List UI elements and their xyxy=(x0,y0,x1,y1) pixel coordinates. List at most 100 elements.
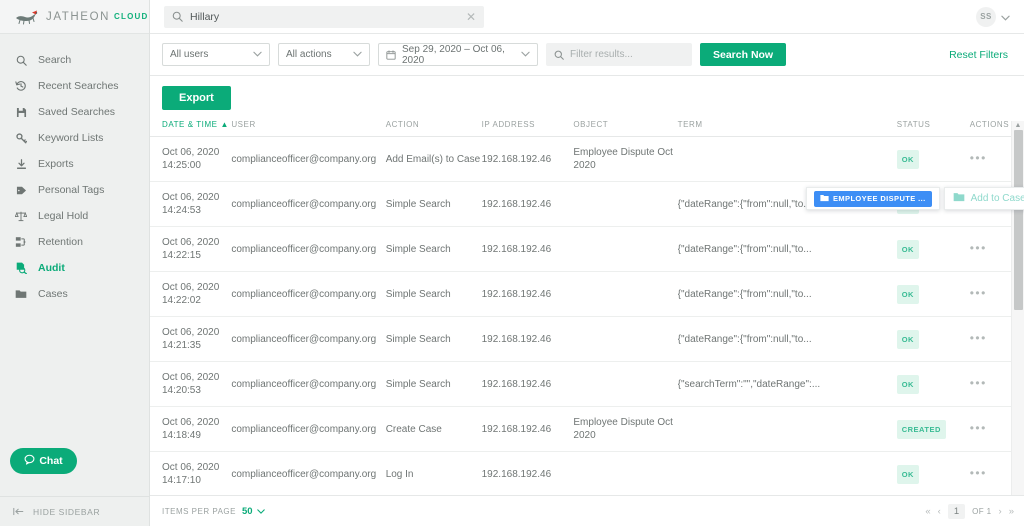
table-row[interactable]: Oct 06, 2020 14:21:35 complianceofficer@… xyxy=(150,316,1024,362)
cell-action: Simple Search xyxy=(385,226,482,272)
table-row[interactable]: Oct 06, 2020 14:22:02 complianceofficer@… xyxy=(150,271,1024,317)
cell-user: complianceofficer@company.org xyxy=(231,136,386,182)
cell-object: Employee Dispute Oct 2020 xyxy=(573,406,678,452)
users-filter-select[interactable]: All users xyxy=(162,43,270,66)
column-header-status[interactable]: STATUS xyxy=(896,120,970,137)
top-bar: Hillary ✕ SS xyxy=(150,0,1024,34)
sidebar-item-retention[interactable]: Retention xyxy=(0,229,149,255)
sidebar-item-cases[interactable]: Cases xyxy=(0,281,149,307)
search-now-button[interactable]: Search Now xyxy=(700,43,787,66)
chevron-down-icon[interactable] xyxy=(256,507,265,516)
user-menu[interactable]: SS xyxy=(976,6,1010,27)
ellipsis-icon[interactable]: ••• xyxy=(970,466,987,480)
sidebar-item-audit[interactable]: Audit xyxy=(0,255,149,281)
table-row[interactable]: Oct 06, 2020 14:18:49 complianceofficer@… xyxy=(150,406,1024,452)
brand-suffix: CLOUD xyxy=(114,12,149,21)
sidebar-item-label: Keyword Lists xyxy=(38,132,104,144)
table-footer: ITEMS PER PAGE 50 « ‹ 1 OF 1 › » xyxy=(150,495,1024,526)
ellipsis-icon[interactable]: ••• xyxy=(970,331,987,345)
users-filter-value: All users xyxy=(170,49,209,60)
filter-results-placeholder: Filter results... xyxy=(570,49,633,60)
table-vertical-scrollbar[interactable]: ▲ ▼ xyxy=(1011,121,1024,504)
items-per-page-value[interactable]: 50 xyxy=(242,506,253,517)
sidebar-item-exports[interactable]: Exports xyxy=(0,151,149,177)
global-search-input[interactable]: Hillary ✕ xyxy=(164,5,484,28)
close-icon[interactable]: ✕ xyxy=(466,11,476,23)
audit-log-page: JATHEON CLOUD Search Recent Searches Sav… xyxy=(0,0,1024,526)
table-row[interactable]: Oct 06, 2020 14:20:53 complianceofficer@… xyxy=(150,361,1024,407)
sidebar-item-legal-hold[interactable]: Legal Hold xyxy=(0,203,149,229)
avatar: SS xyxy=(976,6,996,27)
export-button[interactable]: Export xyxy=(162,86,231,110)
prev-page-button[interactable]: ‹ xyxy=(938,506,941,517)
sidebar-item-keyword-lists[interactable]: Keyword Lists xyxy=(0,125,149,151)
cell-user: complianceofficer@company.org xyxy=(231,226,386,272)
ellipsis-icon[interactable]: ••• xyxy=(970,151,987,165)
cell-action: Simple Search xyxy=(385,316,482,362)
brand-logo[interactable]: JATHEON CLOUD xyxy=(0,0,149,34)
chevron-down-icon xyxy=(521,49,530,60)
column-header-object[interactable]: OBJECT xyxy=(573,120,678,137)
column-header-ip-address[interactable]: IP ADDRESS xyxy=(481,120,574,137)
download-icon xyxy=(13,157,29,171)
chevron-down-icon xyxy=(253,49,262,60)
cell-object xyxy=(573,271,678,317)
sidebar-item-label: Recent Searches xyxy=(38,80,119,92)
scroll-up-arrow-icon[interactable]: ▲ xyxy=(1012,121,1024,130)
sidebar-item-label: Exports xyxy=(38,158,74,170)
cell-action: Simple Search xyxy=(385,361,482,407)
cell-status: OK xyxy=(896,271,970,317)
sidebar-item-label: Saved Searches xyxy=(38,106,116,118)
cell-action: Create Case xyxy=(385,406,482,452)
search-icon xyxy=(172,11,183,22)
ellipsis-icon[interactable]: ••• xyxy=(970,376,987,390)
cell-action: Log In xyxy=(385,451,482,497)
sidebar-item-search[interactable]: Search xyxy=(0,47,149,73)
column-header-date-time[interactable]: DATE & TIME ▲ xyxy=(150,120,232,137)
cell-user: complianceofficer@company.org xyxy=(231,361,386,407)
case-flyout-popup: EMPLOYEE DISPUTE ... Add to Case › xyxy=(806,187,1024,210)
search-icon xyxy=(554,50,564,60)
sidebar-item-recent-searches[interactable]: Recent Searches xyxy=(0,73,149,99)
hide-sidebar-button[interactable]: HIDE SIDEBAR xyxy=(0,496,150,526)
table-row[interactable]: Oct 06, 2020 14:25:00 complianceofficer@… xyxy=(150,136,1024,182)
date-range-value: Sep 29, 2020 – Oct 06, 2020 xyxy=(402,43,505,66)
case-chip[interactable]: EMPLOYEE DISPUTE ... xyxy=(814,190,932,207)
ellipsis-icon[interactable]: ••• xyxy=(970,241,987,255)
reset-filters-link[interactable]: Reset Filters xyxy=(949,49,1008,61)
table-row[interactable]: Oct 06, 2020 14:17:10 complianceofficer@… xyxy=(150,451,1024,497)
column-header-term[interactable]: TERM xyxy=(677,120,897,137)
greyhound-logo-icon xyxy=(14,9,40,25)
chat-button[interactable]: Chat xyxy=(10,448,77,474)
ellipsis-icon[interactable]: ••• xyxy=(970,421,987,435)
sidebar-item-personal-tags[interactable]: Personal Tags xyxy=(0,177,149,203)
table-row[interactable]: Oct 06, 2020 14:22:15 complianceofficer@… xyxy=(150,226,1024,272)
column-header-user[interactable]: USER xyxy=(231,120,386,137)
scrollbar-thumb[interactable] xyxy=(1014,130,1023,310)
actions-filter-select[interactable]: All actions xyxy=(278,43,370,66)
cell-object xyxy=(573,361,678,407)
status-badge: OK xyxy=(896,464,919,484)
export-bar: Export xyxy=(150,76,1024,120)
page-number-input[interactable]: 1 xyxy=(947,503,966,519)
audit-magnifier-icon xyxy=(13,261,29,275)
cell-user: complianceofficer@company.org xyxy=(231,271,386,317)
cell-date-time: Oct 06, 2020 14:17:10 xyxy=(150,451,232,497)
sidebar-item-saved-searches[interactable]: Saved Searches xyxy=(0,99,149,125)
add-to-case-button[interactable]: Add to Case › xyxy=(943,187,1024,210)
cell-term xyxy=(677,406,897,452)
cell-ip-address: 192.168.192.46 xyxy=(481,406,574,452)
cell-status: CREATED xyxy=(896,406,970,452)
column-header-action[interactable]: ACTION xyxy=(385,120,482,137)
status-badge: OK xyxy=(896,374,919,394)
actions-filter-value: All actions xyxy=(286,49,332,60)
cell-ip-address: 192.168.192.46 xyxy=(481,361,574,407)
sidebar-item-label: Personal Tags xyxy=(38,184,105,196)
ellipsis-icon[interactable]: ••• xyxy=(970,286,987,300)
date-range-select[interactable]: Sep 29, 2020 – Oct 06, 2020 xyxy=(378,43,538,66)
last-page-button[interactable]: » xyxy=(1009,506,1014,517)
filter-results-input[interactable]: Filter results... xyxy=(546,43,692,66)
table-head: DATE & TIME ▲ USER ACTION IP ADDRESS OBJE… xyxy=(150,120,1024,137)
next-page-button[interactable]: › xyxy=(999,506,1002,517)
first-page-button[interactable]: « xyxy=(925,506,930,517)
